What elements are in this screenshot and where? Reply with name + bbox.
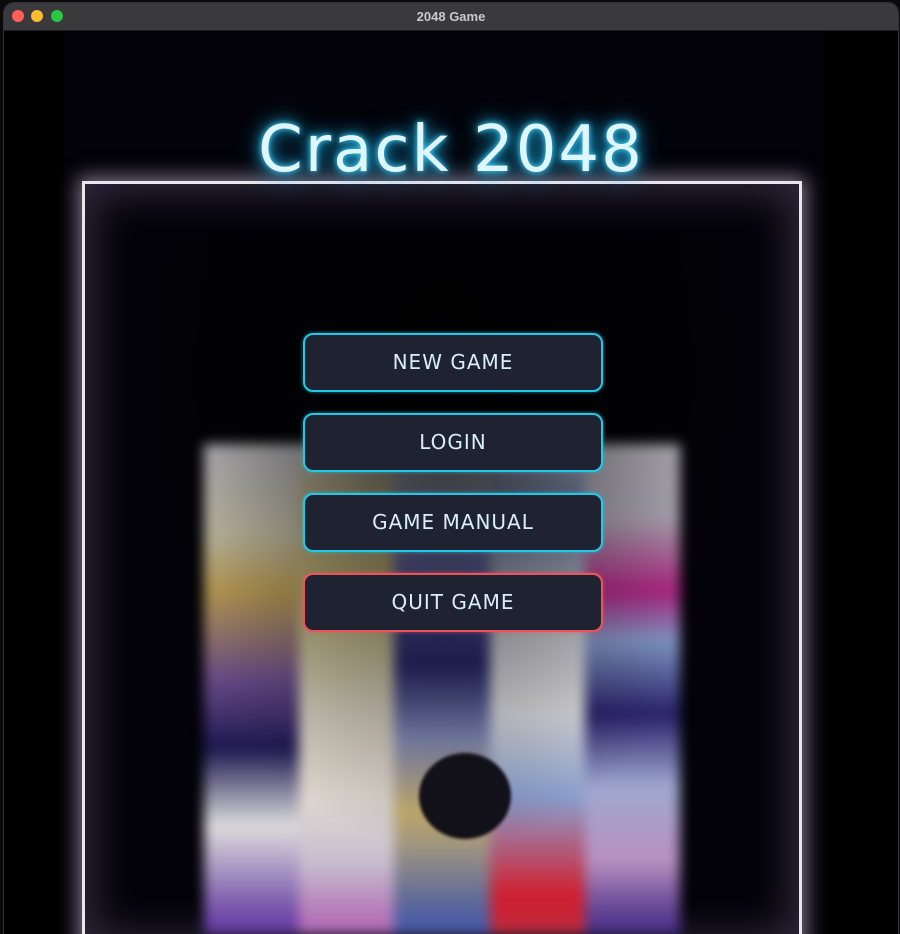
title-bar[interactable]: 2048 Game <box>4 3 898 31</box>
game-stage: Crack 2048 NEW GAME LOGIN GAME MANUAL QU… <box>4 31 898 934</box>
background-ball <box>419 753 511 839</box>
game-title: Crack 2048 <box>258 113 644 187</box>
quit-game-button[interactable]: QUIT GAME <box>303 573 603 632</box>
window-title: 2048 Game <box>416 9 486 24</box>
login-button[interactable]: LOGIN <box>303 413 603 472</box>
app-window: 2048 Game Crack 2048 NEW GAME LOGIN GAME… <box>4 3 898 934</box>
main-menu: NEW GAME LOGIN GAME MANUAL QUIT GAME <box>303 333 603 653</box>
new-game-button[interactable]: NEW GAME <box>303 333 603 392</box>
game-manual-button[interactable]: GAME MANUAL <box>303 493 603 552</box>
